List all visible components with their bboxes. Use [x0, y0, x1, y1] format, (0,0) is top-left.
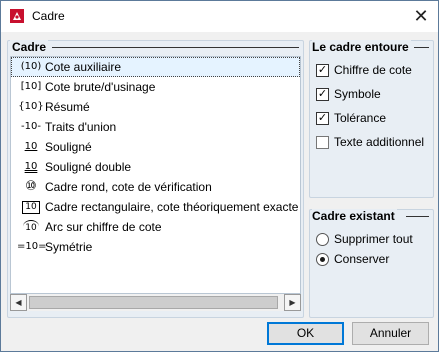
radio-button-selected[interactable] — [316, 253, 329, 266]
list-item-label: Souligné double — [45, 160, 132, 174]
existing-frame-title: Cadre existant — [312, 209, 397, 223]
symmetry-frame-icon: =10= — [17, 241, 47, 252]
list-item-label: Cote auxiliaire — [45, 60, 122, 74]
checkmark-icon[interactable]: ✓ — [316, 112, 329, 125]
horizontal-scrollbar[interactable]: ◀ ▶ — [10, 294, 301, 311]
app-icon — [10, 9, 24, 23]
arc-frame-icon: 10 — [23, 220, 39, 233]
list-item-symetrie[interactable]: =10= Symétrie — [11, 237, 300, 257]
existing-frame-group: Cadre existant Supprimer tout Conserver — [309, 209, 434, 318]
list-item-label: Résumé — [45, 100, 90, 114]
checkbox-empty[interactable] — [316, 136, 329, 149]
cadre-group-title: Cadre — [10, 40, 49, 54]
close-icon[interactable]: ✕ — [404, 1, 438, 32]
frame-encloses-group: Le cadre entoure ✓ Chiffre de cote ✓ Sym… — [309, 40, 434, 198]
braces-frame-icon: {10} — [18, 101, 44, 112]
ok-button[interactable]: OK — [267, 322, 344, 345]
list-item-cadre-rond[interactable]: ⑩ Cadre rond, cote de vérification — [11, 177, 300, 197]
parentheses-frame-icon: (10) — [20, 61, 42, 72]
window-title: Cadre — [32, 9, 65, 23]
list-item-cote-brute[interactable]: [10] Cote brute/d'usinage — [11, 77, 300, 97]
list-item-label: Cote brute/d'usinage — [45, 80, 156, 94]
list-item-label: Cadre rectangulaire, cote théoriquement … — [45, 200, 299, 214]
double-underline-frame-icon: 10 — [24, 161, 38, 172]
list-item-souligne-double[interactable]: 10 Souligné double — [11, 157, 300, 177]
scroll-thumb[interactable] — [29, 296, 278, 309]
cadre-group: Cadre (10) Cote auxiliaire [10] Cote bru… — [7, 40, 304, 318]
list-item-label: Traits d'union — [45, 120, 117, 134]
checkmark-icon[interactable]: ✓ — [316, 64, 329, 77]
list-item-resume[interactable]: {10} Résumé — [11, 97, 300, 117]
list-item-cadre-rectangulaire[interactable]: 10 Cadre rectangulaire, cote théoriqueme… — [11, 197, 300, 217]
circle-frame-icon: ⑩ — [25, 179, 37, 194]
title-bar: Cadre ✕ — [1, 1, 438, 32]
scroll-left-icon[interactable]: ◀ — [10, 294, 27, 311]
frame-encloses-title: Le cadre entoure — [312, 40, 411, 54]
list-item-label: Symétrie — [45, 240, 93, 254]
group-title-divider — [406, 216, 429, 217]
list-item-traits-union[interactable]: -10- Traits d'union — [11, 117, 300, 137]
list-item-arc[interactable]: 10 Arc sur chiffre de cote — [11, 217, 300, 237]
checkmark-icon[interactable]: ✓ — [316, 88, 329, 101]
cancel-button[interactable]: Annuler — [352, 322, 429, 345]
list-item-souligne[interactable]: 10 Souligné — [11, 137, 300, 157]
list-item-label: Cadre rond, cote de vérification — [45, 180, 212, 194]
list-item-label: Souligné — [45, 140, 92, 154]
group-title-divider — [52, 47, 299, 48]
cadre-dialog: Cadre ✕ Cadre (10) Cote auxiliaire [10] … — [0, 0, 439, 352]
scroll-right-icon[interactable]: ▶ — [284, 294, 301, 311]
rectangle-frame-icon: 10 — [22, 201, 40, 214]
underline-frame-icon: 10 — [24, 141, 38, 152]
frame-type-list[interactable]: (10) Cote auxiliaire [10] Cote brute/d'u… — [10, 56, 301, 294]
group-title-divider — [414, 47, 429, 48]
radio-button[interactable] — [316, 233, 329, 246]
brackets-frame-icon: [10] — [20, 81, 42, 92]
list-item-cote-auxiliaire[interactable]: (10) Cote auxiliaire — [11, 57, 300, 77]
hyphens-frame-icon: -10- — [21, 121, 41, 132]
list-item-label: Arc sur chiffre de cote — [45, 220, 162, 234]
